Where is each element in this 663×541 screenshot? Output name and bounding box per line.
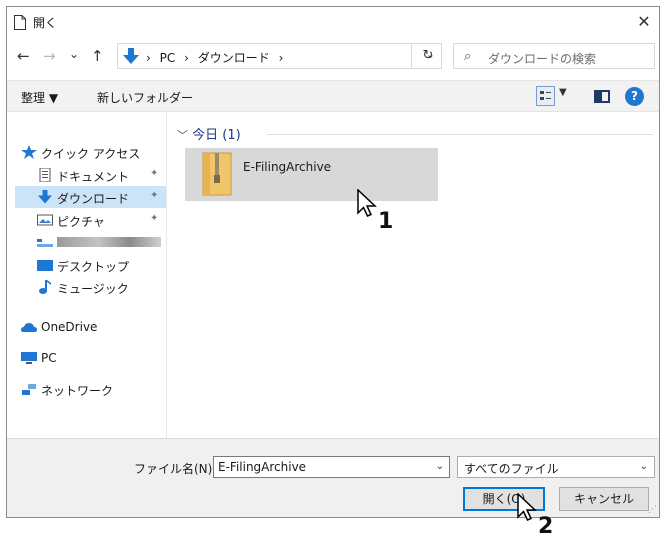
view-grid-icon [540,91,551,100]
forward-arrow-icon[interactable]: → [43,47,56,65]
address-bar[interactable]: › PC › ダウンロード › ⌄ [117,43,442,69]
nav-label: ダウンロード [57,192,130,206]
network-icon [22,384,36,395]
nav-label: デスクトップ [57,260,130,274]
star-icon [21,145,37,159]
network-drive-icon [37,239,53,247]
resize-grip-icon[interactable]: ⋰ [648,505,657,515]
help-icon[interactable]: ? [625,87,644,106]
documents-icon [39,168,51,182]
pictures-icon [37,214,53,226]
navigation-pane: クイック アクセス ドキュメント ✦ ダウンロード ✦ ピクチャ ✦ デスクトッ… [7,113,167,438]
group-divider [267,134,653,135]
nav-documents[interactable]: ドキュメント ✦ [29,164,166,186]
filename-value: E-FilingArchive [218,460,307,474]
title-bar: 開く ✕ [7,7,659,37]
nav-downloads[interactable]: ダウンロード ✦ [15,186,166,208]
nav-network[interactable]: ネットワーク [13,378,166,400]
music-note-icon [39,280,51,294]
preview-pane-icon[interactable] [594,90,610,103]
cancel-button[interactable]: キャンセル [559,487,649,511]
pin-icon: ✦ [150,190,159,201]
crumb-separator: › [278,51,284,65]
group-header-label: 今日 (1) [192,128,241,143]
nav-pictures[interactable]: ピクチャ ✦ [29,209,166,231]
document-icon [14,15,26,30]
crumb-pc[interactable]: PC [160,51,176,65]
step-number-1: 1 [378,209,394,234]
nav-label: ミュージック [57,282,129,296]
zip-folder-icon [202,152,232,196]
step-number-2: 2 [538,514,554,539]
filename-label: ファイル名(N): [134,462,217,476]
file-name: E-FilingArchive [243,160,332,174]
nav-quick-access[interactable]: クイック アクセス [13,141,166,163]
search-placeholder: ダウンロードの検索 [488,52,597,66]
cloud-icon [21,323,37,332]
nav-label: OneDrive [41,320,98,334]
nav-label: クイック アクセス [41,147,141,161]
download-folder-icon [123,48,139,64]
redacted-label [57,237,161,247]
pin-icon: ✦ [150,168,159,179]
file-item[interactable]: E-FilingArchive [185,148,438,201]
nav-desktop[interactable]: デスクトップ [29,254,166,276]
nav-label: ドキュメント [57,170,130,184]
back-arrow-icon[interactable]: ← [17,47,30,65]
new-folder-button[interactable]: 新しいフォルダー [97,89,193,106]
nav-label: ネットワーク [41,384,114,398]
download-arrow-icon [38,190,52,204]
nav-onedrive[interactable]: OneDrive [13,316,166,338]
nav-pc[interactable]: PC [13,347,166,369]
recent-locations-icon[interactable]: ⌄ [69,45,79,63]
crumb-separator: › [146,51,151,65]
crumb-downloads[interactable]: ダウンロード [198,51,270,65]
nav-music[interactable]: ミュージック [29,276,166,298]
mouse-cursor-icon [357,189,377,217]
change-view-icon[interactable] [536,86,555,106]
window-title: 開く [33,16,58,30]
crumb-separator: › [184,51,189,65]
chevron-down-icon: ﹀ [177,129,188,142]
up-arrow-icon[interactable]: ↑ [91,47,104,65]
close-button[interactable]: ✕ [633,11,655,33]
search-input[interactable]: ⌕ ダウンロードの検索 [453,43,655,69]
file-type-value: すべてのファイル [464,462,559,476]
command-bar: 整理 ▼ 新しいフォルダー ▼ ? [7,80,659,112]
pin-icon: ✦ [150,213,159,224]
nav-redacted-item[interactable] [29,231,166,253]
file-type-select[interactable]: すべてのファイル ⌄ [457,456,655,478]
chevron-down-icon[interactable]: ⌄ [436,461,444,472]
refresh-button[interactable]: ↻ [411,43,444,69]
mouse-cursor-icon [517,493,537,521]
nav-label: PC [41,351,57,365]
breadcrumb: › PC › ダウンロード › [146,49,288,66]
view-options-dropdown-icon[interactable]: ▼ [559,87,567,98]
open-file-dialog: 開く ✕ ← → ⌄ ↑ › PC › ダウンロード › ⌄ ↻ ⌕ ダウンロー… [6,6,660,518]
nav-label: ピクチャ [57,215,105,229]
group-header-today[interactable]: ﹀ 今日 (1) [177,124,241,143]
organize-menu[interactable]: 整理 ▼ [21,89,58,106]
bottom-panel: ファイル名(N): E-FilingArchive ⌄ すべてのファイル ⌄ 開… [7,438,659,517]
desktop-icon [37,260,53,271]
filename-input[interactable]: E-FilingArchive ⌄ [213,456,450,478]
computer-icon [21,352,37,364]
search-icon: ⌕ [464,49,472,64]
chevron-down-icon: ⌄ [639,461,648,472]
